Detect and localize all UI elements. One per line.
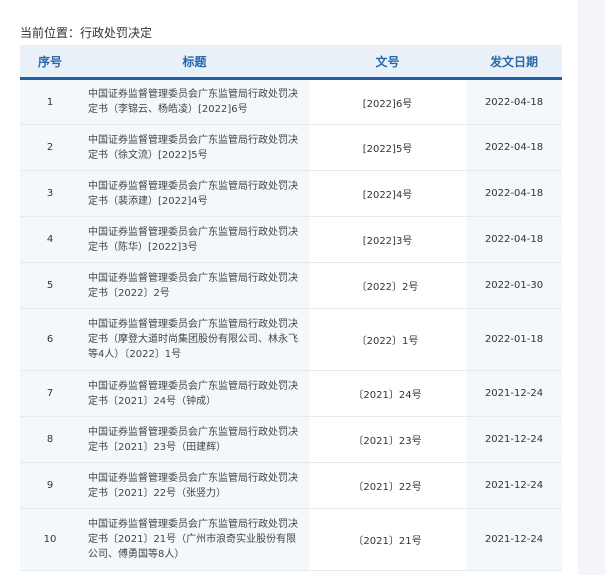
row-date: 2022-04-18	[466, 216, 562, 263]
table-row: 10 中国证券监督管理委员会广东监管局行政处罚决定书〔2021〕21号（广州市浪…	[20, 508, 562, 571]
table-row: 6 中国证券监督管理委员会广东监管局行政处罚决定书（摩登大道时尚集团股份有限公司…	[20, 308, 562, 371]
table-row: 3 中国证券监督管理委员会广东监管局行政处罚决定书（裴添建）[2022]4号 […	[20, 170, 562, 217]
table-row: 5 中国证券监督管理委员会广东监管局行政处罚决定书〔2022〕2号 〔2022〕…	[20, 262, 562, 309]
row-title-link[interactable]: 中国证券监督管理委员会广东监管局行政处罚决定书（摩登大道时尚集团股份有限公司、林…	[88, 319, 298, 360]
row-doc-no: 〔2021〕22号	[309, 462, 466, 509]
breadcrumb: 当前位置：行政处罚决定	[20, 26, 153, 40]
table-row: 7 中国证券监督管理委员会广东监管局行政处罚决定书〔2021〕24号（钟成） 〔…	[20, 370, 562, 417]
row-index: 7	[20, 370, 80, 417]
row-doc-no: 〔2021〕23号	[309, 416, 466, 463]
penalty-decision-table: 序号 标题 文号 发文日期 1 中国证券监督管理委员会广东监管局行政处罚决定书（…	[20, 45, 562, 571]
row-doc-no: 〔2021〕24号	[309, 370, 466, 417]
row-date: 2022-01-30	[466, 262, 562, 309]
table-row: 2 中国证券监督管理委员会广东监管局行政处罚决定书（徐文流）[2022]5号 […	[20, 124, 562, 171]
row-title-link[interactable]: 中国证券监督管理委员会广东监管局行政处罚决定书（李锦云、杨皓凌）[2022]6号	[88, 89, 298, 115]
row-date: 2022-04-18	[466, 170, 562, 217]
row-date: 2021-12-24	[466, 416, 562, 463]
row-date: 2021-12-24	[466, 462, 562, 509]
row-date: 2022-04-18	[466, 124, 562, 171]
row-title-link[interactable]: 中国证券监督管理委员会广东监管局行政处罚决定书〔2021〕22号（张竖力）	[88, 473, 298, 499]
table-row: 9 中国证券监督管理委员会广东监管局行政处罚决定书〔2021〕22号（张竖力） …	[20, 462, 562, 509]
row-index: 4	[20, 216, 80, 263]
header-doc-no: 文号	[309, 45, 466, 80]
row-date: 2021-12-24	[466, 508, 562, 571]
row-index: 3	[20, 170, 80, 217]
row-date: 2022-04-18	[466, 78, 562, 125]
row-date: 2021-12-24	[466, 370, 562, 417]
row-title-link[interactable]: 中国证券监督管理委员会广东监管局行政处罚决定书〔2021〕23号（田建辉）	[88, 427, 298, 453]
row-title-link[interactable]: 中国证券监督管理委员会广东监管局行政处罚决定书〔2021〕24号（钟成）	[88, 381, 298, 407]
table-row: 1 中国证券监督管理委员会广东监管局行政处罚决定书（李锦云、杨皓凌）[2022]…	[20, 78, 562, 125]
row-doc-no: 〔2021〕21号	[309, 508, 466, 571]
row-index: 10	[20, 508, 80, 571]
content-panel: 当前位置：行政处罚决定 序号 标题 文号 发文日期 1 中国证券监督管理委员会广…	[0, 0, 578, 575]
row-date: 2022-01-18	[466, 308, 562, 371]
row-doc-no: [2022]4号	[309, 170, 466, 217]
row-title-link[interactable]: 中国证券监督管理委员会广东监管局行政处罚决定书（裴添建）[2022]4号	[88, 181, 298, 207]
row-title-link[interactable]: 中国证券监督管理委员会广东监管局行政处罚决定书（徐文流）[2022]5号	[88, 135, 298, 161]
header-index: 序号	[20, 45, 80, 80]
row-index: 2	[20, 124, 80, 171]
row-title-link[interactable]: 中国证券监督管理委员会广东监管局行政处罚决定书〔2021〕21号（广州市浪奇实业…	[88, 519, 298, 560]
row-title-link[interactable]: 中国证券监督管理委员会广东监管局行政处罚决定书（陈华）[2022]3号	[88, 227, 298, 253]
row-index: 6	[20, 308, 80, 371]
row-index: 9	[20, 462, 80, 509]
table-row: 4 中国证券监督管理委员会广东监管局行政处罚决定书（陈华）[2022]3号 [2…	[20, 216, 562, 263]
table-header-row: 序号 标题 文号 发文日期	[20, 45, 562, 80]
row-title-link[interactable]: 中国证券监督管理委员会广东监管局行政处罚决定书〔2022〕2号	[88, 273, 298, 299]
header-title: 标题	[80, 45, 309, 80]
row-doc-no: [2022]6号	[309, 78, 466, 125]
row-index: 1	[20, 78, 80, 125]
row-index: 5	[20, 262, 80, 309]
row-doc-no: 〔2022〕2号	[309, 262, 466, 309]
row-doc-no: 〔2022〕1号	[309, 308, 466, 371]
header-date: 发文日期	[466, 45, 562, 80]
row-doc-no: [2022]3号	[309, 216, 466, 263]
table-row: 8 中国证券监督管理委员会广东监管局行政处罚决定书〔2021〕23号（田建辉） …	[20, 416, 562, 463]
row-index: 8	[20, 416, 80, 463]
row-doc-no: [2022]5号	[309, 124, 466, 171]
